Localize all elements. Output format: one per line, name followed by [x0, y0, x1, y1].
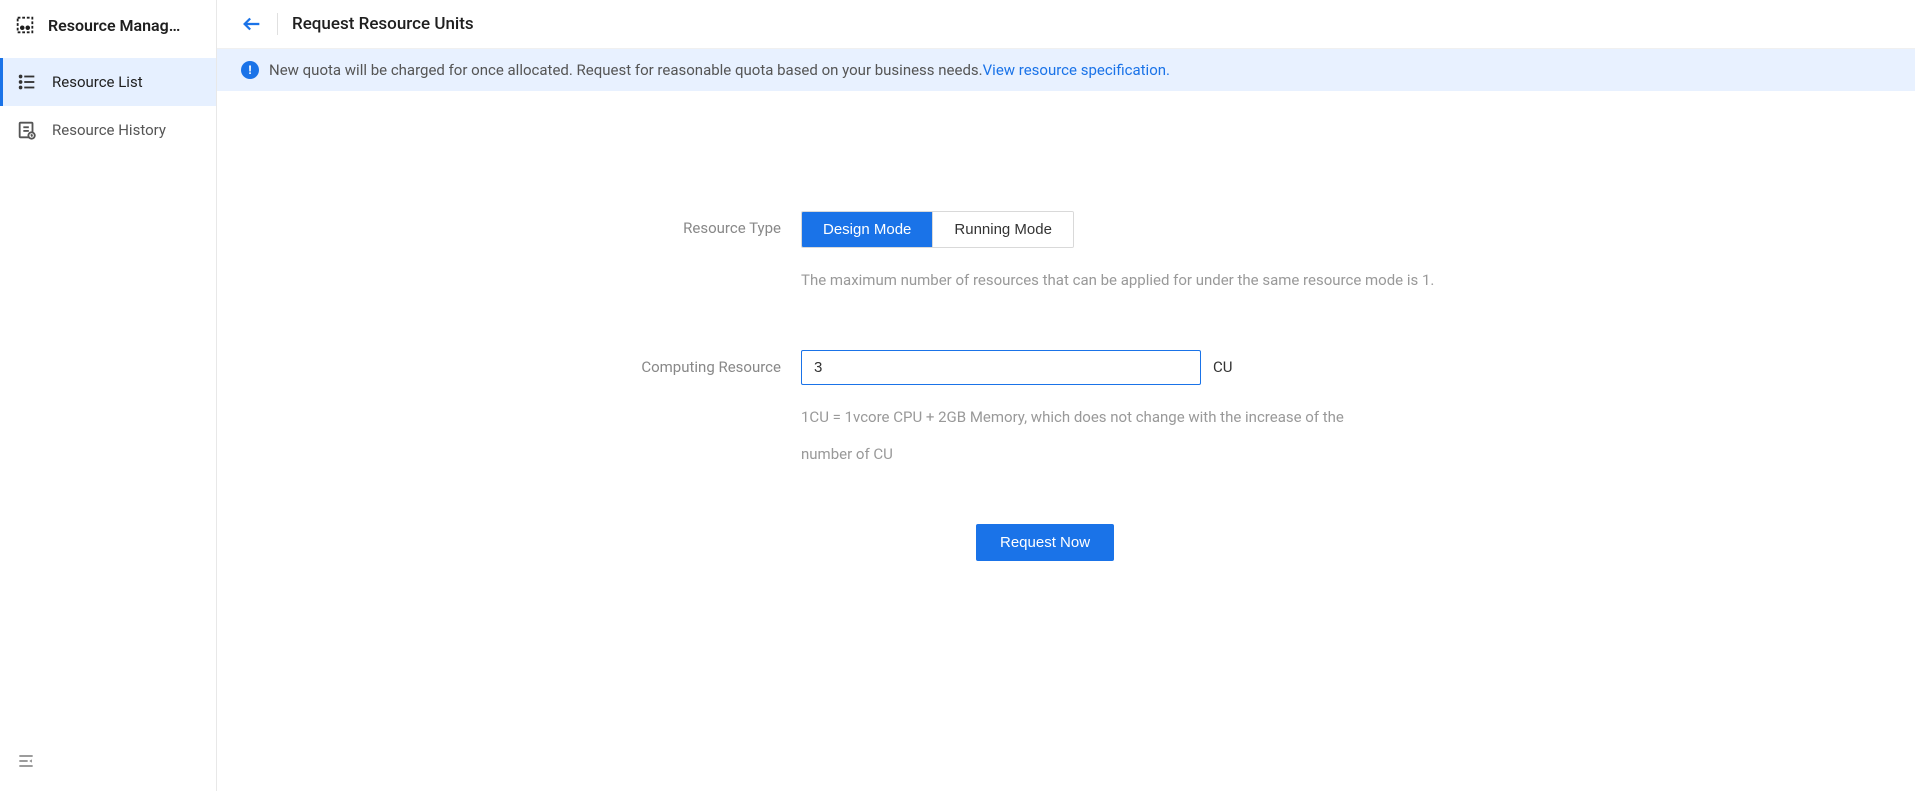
info-icon: ! — [241, 61, 259, 79]
resource-type-label: Resource Type — [626, 211, 801, 237]
resource-type-help: The maximum number of resources that can… — [801, 262, 1506, 300]
computing-resource-suffix: CU — [1213, 358, 1233, 376]
page-title: Request Resource Units — [292, 14, 474, 34]
computing-resource-help: 1CU = 1vcore CPU + 2GB Memory, which doe… — [801, 399, 1361, 474]
alert-content: New quota will be charged for once alloc… — [269, 61, 1170, 79]
form-container: Resource Type Design Mode Running Mode T… — [217, 91, 1915, 561]
back-button[interactable] — [241, 13, 278, 35]
alert-text: New quota will be charged for once alloc… — [269, 61, 983, 79]
resource-type-toggle: Design Mode Running Mode — [801, 211, 1074, 248]
sidebar: Resource Manag… Resource List — [0, 0, 217, 791]
sidebar-item-resource-list[interactable]: Resource List — [0, 58, 216, 106]
form-row-computing-resource: Computing Resource CU 1CU = 1vcore CPU +… — [626, 350, 1506, 474]
arrow-left-icon — [241, 13, 263, 35]
sidebar-nav: Resource List Resource History — [0, 50, 216, 154]
resource-manager-icon — [14, 14, 36, 36]
sidebar-collapse-button[interactable] — [16, 751, 36, 775]
sidebar-header: Resource Manag… — [0, 0, 216, 50]
sidebar-title: Resource Manag… — [48, 16, 180, 35]
alert-link[interactable]: View resource specification. — [983, 61, 1170, 79]
computing-resource-label: Computing Resource — [626, 350, 801, 376]
sidebar-item-label: Resource History — [52, 121, 166, 139]
form-row-resource-type: Resource Type Design Mode Running Mode T… — [626, 211, 1506, 300]
request-now-button[interactable]: Request Now — [976, 524, 1114, 561]
history-icon — [16, 119, 38, 141]
toggle-running-mode[interactable]: Running Mode — [932, 212, 1073, 247]
sidebar-item-label: Resource List — [52, 73, 143, 91]
list-icon — [16, 71, 38, 93]
sidebar-item-resource-history[interactable]: Resource History — [0, 106, 216, 154]
alert-banner: ! New quota will be charged for once all… — [217, 49, 1915, 91]
submit-row: Request Now — [626, 524, 1506, 561]
toggle-design-mode[interactable]: Design Mode — [802, 212, 932, 247]
main-content: Request Resource Units ! New quota will … — [217, 0, 1915, 791]
computing-resource-input[interactable] — [801, 350, 1201, 385]
page-header: Request Resource Units — [217, 0, 1915, 49]
